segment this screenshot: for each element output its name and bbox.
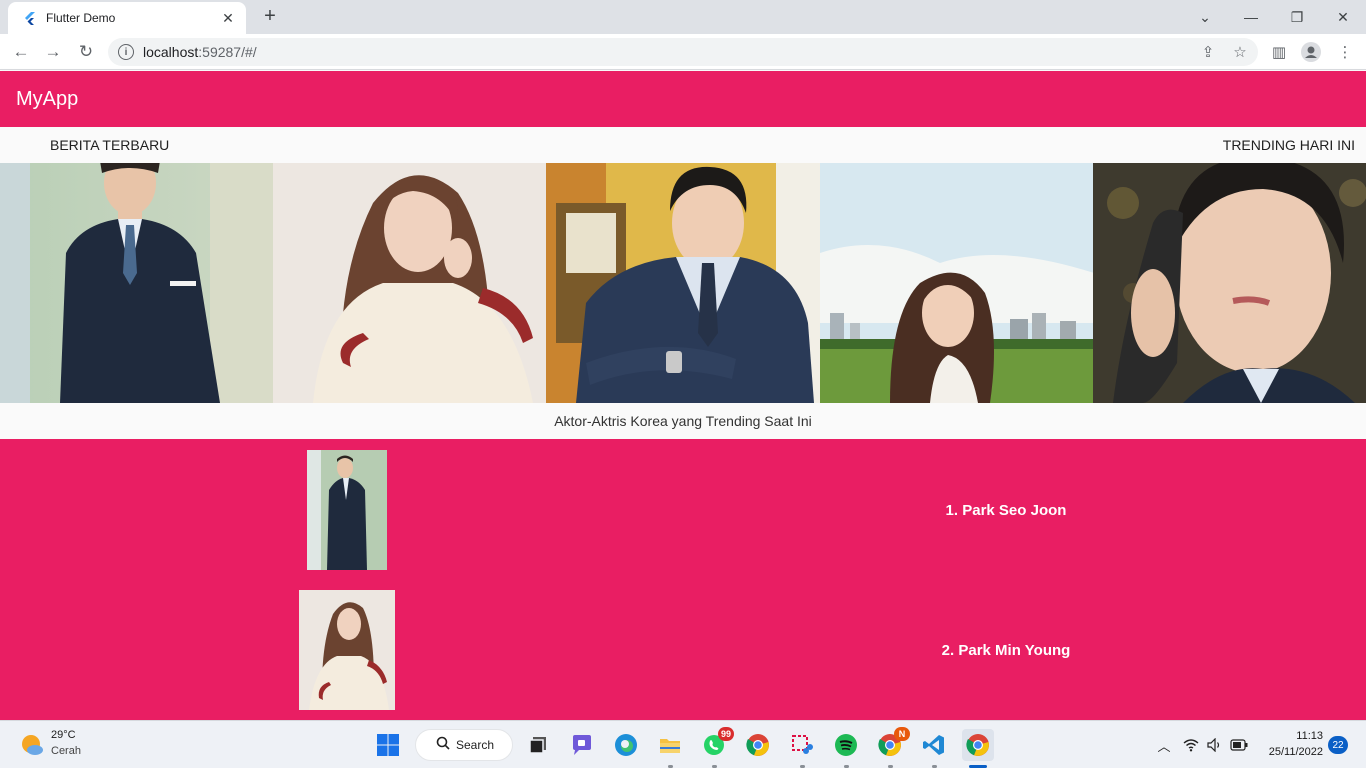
caption-bar: Aktor-Aktris Korea yang Trending Saat In… [0, 403, 1366, 439]
search-icon [436, 736, 450, 755]
task-view-icon[interactable] [522, 729, 554, 761]
app-bar: MyApp [0, 71, 1366, 127]
minimize-button[interactable]: — [1228, 0, 1274, 34]
whatsapp-unread-badge: 99 [718, 727, 734, 741]
browser-tab-bar: Flutter Demo ✕ + ⌄ — ❐ ✕ [0, 0, 1366, 34]
vscode-icon[interactable] [918, 729, 950, 761]
edge-browser-icon[interactable] [610, 729, 642, 761]
snipping-tool-icon[interactable] [786, 729, 818, 761]
address-bar[interactable]: i localhost:59287/#/ [108, 38, 1258, 66]
clock-date[interactable]: 25/11/2022 [1269, 746, 1323, 758]
close-window-button[interactable]: ✕ [1320, 0, 1366, 34]
actor-photo-2 [273, 163, 547, 403]
weather-temperature: 29°C [51, 729, 76, 741]
share-icon[interactable]: ⇪ [1198, 42, 1218, 62]
app-title: MyApp [16, 88, 79, 110]
actor-name: 1. Park Seo Joon [945, 502, 1067, 519]
bookmark-star-icon[interactable]: ☆ [1230, 42, 1250, 62]
actor-list: 1. Park Seo Joon 2. Park Min Young [0, 439, 1366, 720]
chrome-icon[interactable] [742, 729, 774, 761]
close-tab-icon[interactable]: ✕ [220, 10, 236, 27]
actor-thumbnail [307, 450, 387, 570]
weather-sun-icon[interactable] [20, 733, 44, 757]
actor-thumbnail [299, 590, 395, 710]
photo-gallery [0, 163, 1366, 403]
chevron-up-icon[interactable]: ︿ [1154, 735, 1174, 755]
taskbar-search[interactable]: Search [415, 729, 513, 761]
volume-icon[interactable] [1205, 735, 1225, 755]
tab-title: Flutter Demo [46, 11, 116, 25]
browser-tab[interactable]: Flutter Demo ✕ [8, 2, 246, 34]
list-item[interactable]: 2. Park Min Young [0, 590, 1366, 710]
side-panel-icon[interactable]: ▥ [1269, 42, 1289, 62]
forward-icon[interactable]: → [41, 40, 65, 64]
whatsapp-icon[interactable]: 99 [698, 727, 734, 761]
chrome-active-icon[interactable] [962, 729, 994, 761]
profile-avatar-icon[interactable] [1301, 42, 1321, 62]
battery-icon[interactable] [1229, 735, 1249, 755]
chrome-profile-badge: N [894, 727, 910, 741]
browser-toolbar: ← → ↻ i localhost:59287/#/ ⇪ ☆ ▥ ⋮ [0, 34, 1366, 70]
tab-search-icon[interactable]: ⌄ [1182, 0, 1228, 34]
back-icon[interactable]: ← [9, 40, 33, 64]
sub-nav: BERITA TERBARU TRENDING HARI INI [0, 127, 1366, 163]
windows-start-icon[interactable] [372, 729, 404, 761]
spotify-icon[interactable] [830, 729, 862, 761]
teams-chat-icon[interactable] [566, 729, 598, 761]
search-label: Search [456, 738, 495, 752]
menu-kebab-icon[interactable]: ⋮ [1335, 42, 1355, 62]
list-item[interactable]: 1. Park Seo Joon [0, 450, 1366, 570]
windows-taskbar: 29°C Cerah Search 99 N ︿ 11:13 25/11/202… [0, 720, 1366, 768]
new-tab-button[interactable]: + [258, 5, 282, 29]
nav-trending-hari-ini[interactable]: TRENDING HARI INI [1223, 137, 1355, 153]
weather-condition: Cerah [51, 745, 81, 757]
trending-caption: Aktor-Aktris Korea yang Trending Saat In… [554, 413, 812, 429]
flutter-icon [22, 10, 38, 26]
actor-name: 2. Park Min Young [941, 642, 1071, 659]
actor-photo-1 [0, 163, 274, 403]
actor-photo-4 [819, 163, 1093, 403]
notification-count-badge[interactable]: 22 [1328, 736, 1348, 754]
restore-button[interactable]: ❐ [1274, 0, 1320, 34]
url-host: localhost [143, 44, 199, 60]
file-explorer-icon[interactable] [654, 729, 686, 761]
wifi-icon[interactable] [1181, 735, 1201, 755]
reload-icon[interactable]: ↻ [74, 40, 98, 64]
clock-time[interactable]: 11:13 [1296, 730, 1323, 742]
site-info-icon[interactable]: i [118, 44, 134, 60]
chrome-profile-icon[interactable]: N [874, 727, 910, 761]
actor-photo-5 [1092, 163, 1366, 403]
actor-photo-3 [546, 163, 820, 403]
url-path: :59287/#/ [198, 44, 257, 60]
nav-berita-terbaru[interactable]: BERITA TERBARU [50, 137, 169, 153]
